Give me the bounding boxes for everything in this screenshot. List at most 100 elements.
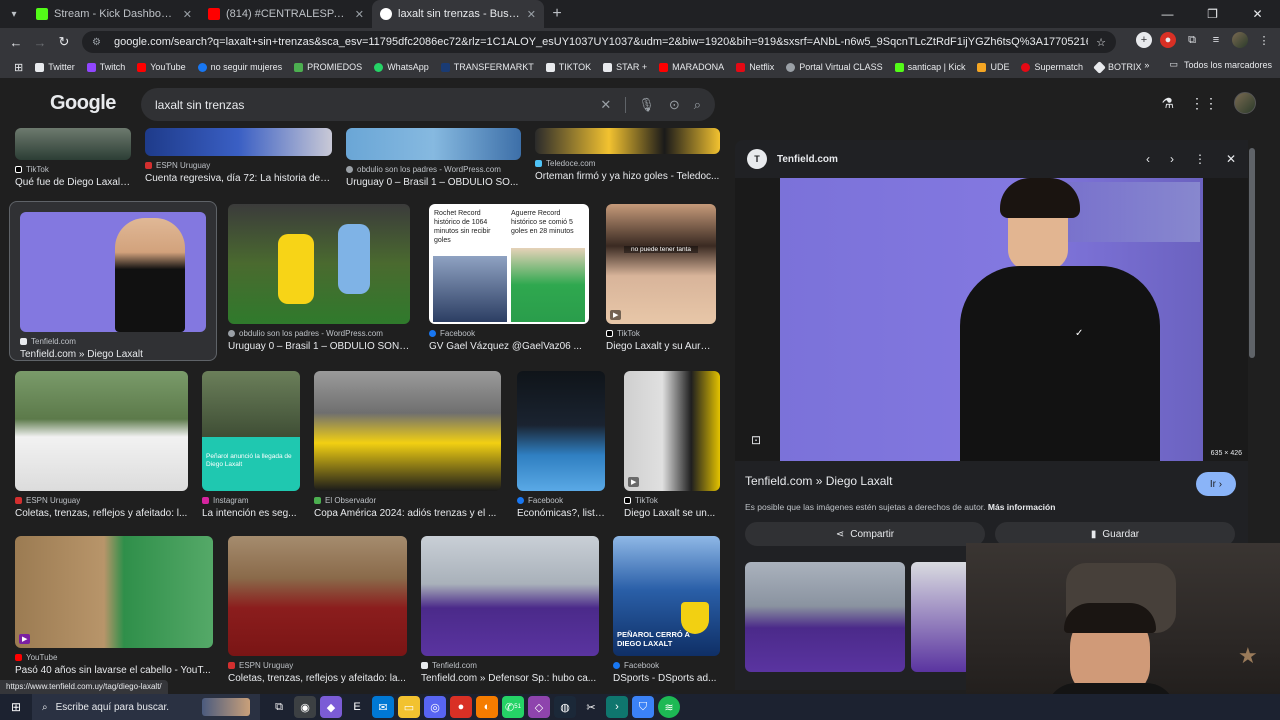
- result-card[interactable]: Peñarol anunció la llegada de Diego Laxa…: [202, 371, 300, 519]
- result-title[interactable]: Tenfield.com » Diego Laxalt: [20, 349, 206, 360]
- tab-youtube[interactable]: (814) #CENTRALESPAÑOL DEBUT... ✕: [200, 0, 372, 28]
- preview-image[interactable]: ✓ ⊡ 635 × 426: [735, 178, 1248, 461]
- terminal-icon[interactable]: ›: [606, 696, 628, 718]
- panel-scrollbar[interactable]: [1249, 148, 1255, 358]
- result-title[interactable]: Copa América 2024: adiós trenzas y el ..…: [314, 508, 501, 519]
- extension-plus-icon[interactable]: +: [1136, 32, 1152, 48]
- result-card-selected[interactable]: Tenfield.com Tenfield.com » Diego Laxalt: [9, 201, 217, 361]
- whatsapp-icon[interactable]: ✆ 51: [502, 696, 524, 718]
- lens-icon[interactable]: ⊙: [669, 97, 680, 113]
- result-image[interactable]: Peñarol anunció la llegada de Diego Laxa…: [202, 371, 300, 491]
- result-title[interactable]: Cuenta regresiva, día 72: La historia de…: [145, 173, 332, 184]
- capcut-icon[interactable]: ✂: [580, 696, 602, 718]
- result-image[interactable]: [535, 128, 720, 154]
- task-view-icon[interactable]: ⧉: [268, 696, 290, 718]
- profile-avatar[interactable]: [1232, 32, 1248, 48]
- search-icon[interactable]: ⌕: [694, 97, 701, 113]
- result-card[interactable]: Teledoce.com Órteman firmó y ya hizo gol…: [535, 128, 720, 182]
- result-title[interactable]: La intención es seg...: [202, 508, 300, 519]
- reading-list-icon[interactable]: ≡: [1208, 32, 1224, 48]
- result-card[interactable]: obdulio son los padres - WordPress.com U…: [228, 204, 410, 352]
- result-title[interactable]: Tenfield.com » Defensor Sp.: hubo ca...: [421, 673, 599, 684]
- extensions-puzzle-icon[interactable]: ⧉: [1184, 32, 1200, 48]
- lens-search-icon[interactable]: ⊡: [751, 433, 761, 447]
- bookmark-twitch[interactable]: Twitch: [81, 62, 132, 72]
- labs-flask-icon[interactable]: ⚗: [1161, 95, 1174, 112]
- reload-icon[interactable]: ↻: [52, 34, 76, 50]
- result-card[interactable]: Rochet Record histórico de 1064 minutos …: [429, 204, 589, 352]
- result-image[interactable]: [346, 128, 521, 160]
- all-bookmarks[interactable]: » ▭ Todos los marcadores: [1144, 59, 1272, 70]
- result-image[interactable]: [421, 536, 599, 656]
- result-card[interactable]: ESPN Uruguay Cuenta regresiva, día 72: L…: [145, 128, 332, 184]
- prev-icon[interactable]: ‹: [1146, 152, 1150, 166]
- result-image[interactable]: [517, 371, 605, 491]
- bookmark-star[interactable]: STAR +: [597, 62, 653, 72]
- apps-grid-icon[interactable]: ⋮⋮: [1190, 95, 1218, 112]
- tab-google-search[interactable]: laxalt sin trenzas - Buscar con G... ✕: [372, 0, 544, 28]
- bookmark-botrix[interactable]: BOTRIX: [1089, 60, 1148, 74]
- next-icon[interactable]: ›: [1170, 152, 1174, 166]
- result-title[interactable]: Órteman firmó y ya hizo goles - Teledoc.…: [535, 171, 720, 182]
- tab-kick[interactable]: Stream - Kick Dashboard ✕: [28, 0, 200, 28]
- result-title[interactable]: Coletas, trenzas, reflejos y afeitado: l…: [228, 673, 407, 684]
- result-title[interactable]: Pasó 40 años sin lavarse el cabello - Yo…: [15, 665, 213, 676]
- bookmark-kick[interactable]: santicap | Kick: [889, 62, 972, 72]
- result-image[interactable]: ▶: [624, 371, 720, 491]
- discord-icon[interactable]: ◎: [424, 696, 446, 718]
- more-bookmarks-icon[interactable]: »: [1144, 60, 1149, 70]
- close-window-icon[interactable]: ✕: [1235, 0, 1280, 28]
- account-avatar[interactable]: [1234, 92, 1256, 114]
- new-tab-button[interactable]: +: [544, 5, 570, 23]
- close-icon[interactable]: ✕: [183, 8, 192, 21]
- result-image[interactable]: [15, 371, 188, 491]
- result-card[interactable]: Tenfield.com Tenfield.com » Defensor Sp.…: [421, 536, 599, 684]
- result-image[interactable]: ▶: [15, 536, 213, 648]
- result-card[interactable]: PEÑAROL CERRÓ A DIEGO LAXALT Facebook DS…: [613, 536, 720, 684]
- result-card[interactable]: Facebook Económicas?, listo...: [517, 371, 605, 519]
- steam-icon[interactable]: ◍: [554, 696, 576, 718]
- result-title[interactable]: Uruguay 0 – Brasil 1 – OBDULIO SO...: [346, 177, 521, 188]
- result-title[interactable]: GV Gael Vázquez @GaelVaz06 ...: [429, 341, 589, 352]
- bookmark-ude[interactable]: UDE: [971, 62, 1015, 72]
- epic-games-icon[interactable]: E: [346, 696, 368, 718]
- bookmark-whatsapp[interactable]: WhatsApp: [368, 62, 435, 72]
- result-image[interactable]: no puede tener tanta ▶: [606, 204, 716, 324]
- result-title[interactable]: Uruguay 0 – Brasil 1 – OBDULIO SON L...: [228, 341, 410, 352]
- tab-search-icon[interactable]: ▾: [0, 0, 28, 28]
- result-card[interactable]: El Observador Copa América 2024: adiós t…: [314, 371, 501, 519]
- result-title[interactable]: Diego Laxalt se un...: [624, 508, 720, 519]
- visit-button[interactable]: Ir ›: [1196, 472, 1236, 496]
- close-panel-icon[interactable]: ✕: [1226, 152, 1236, 166]
- mail-icon[interactable]: ✉: [372, 696, 394, 718]
- result-image[interactable]: [145, 128, 332, 156]
- shield-icon[interactable]: ⛉: [632, 696, 654, 718]
- extension-red-icon[interactable]: ●: [1160, 32, 1176, 48]
- result-card[interactable]: ▶ YouTube Pasó 40 años sin lavarse el ca…: [15, 536, 213, 676]
- app-icon[interactable]: ◇: [528, 696, 550, 718]
- bookmark-portal[interactable]: Portal Virtual CLASS: [780, 62, 888, 72]
- result-title[interactable]: Diego Laxalt y su Aura e...: [606, 341, 716, 352]
- firefox-icon[interactable]: ◐: [476, 696, 498, 718]
- more-info-link[interactable]: Más información: [988, 502, 1056, 512]
- bookmark-youtube[interactable]: YouTube: [131, 62, 191, 72]
- result-image[interactable]: [228, 536, 407, 656]
- mic-icon[interactable]: 🎙: [625, 96, 655, 113]
- address-bar[interactable]: ⚙ google.com/search?q=laxalt+sin+trenzas…: [82, 31, 1116, 53]
- result-card[interactable]: obdulio son los padres - WordPress.com U…: [346, 128, 521, 188]
- related-image[interactable]: [745, 562, 905, 672]
- apps-icon[interactable]: ⊞: [8, 61, 29, 74]
- bookmark-maradona[interactable]: MARADONA: [653, 62, 730, 72]
- obs-icon[interactable]: ●: [450, 696, 472, 718]
- back-icon[interactable]: ←: [4, 35, 28, 50]
- search-box[interactable]: laxalt sin trenzas ✕ 🎙 ⊙ ⌕: [141, 88, 715, 121]
- copilot-icon[interactable]: ◆: [320, 696, 342, 718]
- bookmark-supermatch[interactable]: Supermatch: [1015, 62, 1089, 72]
- bookmark-tiktok[interactable]: TIKTOK: [540, 62, 597, 72]
- result-card[interactable]: ESPN Uruguay Coletas, trenzas, reflejos …: [15, 371, 188, 519]
- panel-title[interactable]: Tenfield.com » Diego Laxalt: [745, 474, 892, 488]
- result-card[interactable]: TikTok Qué fue de Diego Laxalt...: [15, 128, 131, 188]
- result-image[interactable]: PEÑAROL CERRÓ A DIEGO LAXALT: [613, 536, 720, 656]
- google-logo[interactable]: Google: [50, 92, 116, 115]
- result-card[interactable]: ESPN Uruguay Coletas, trenzas, reflejos …: [228, 536, 407, 684]
